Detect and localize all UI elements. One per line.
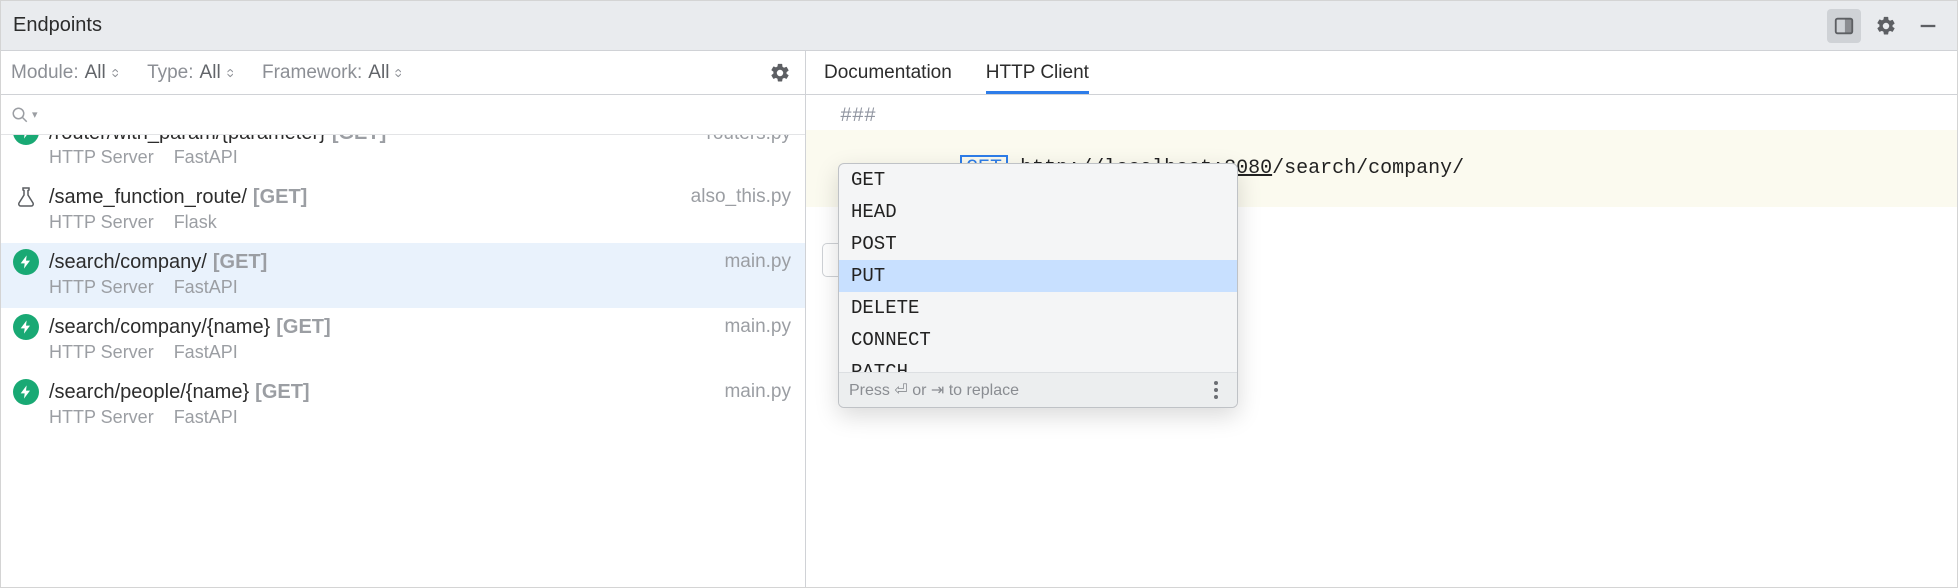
endpoint-row[interactable]: /search/people/{name} [GET] main.py HTTP S… xyxy=(1,373,805,438)
endpoint-framework-label: FastAPI xyxy=(174,342,238,363)
endpoint-server-label: HTTP Server xyxy=(49,407,154,428)
endpoint-method: [GET] xyxy=(213,251,267,274)
autocomplete-item[interactable]: GET xyxy=(839,164,1237,196)
filter-module[interactable]: Module: All ‹› xyxy=(11,62,121,84)
chevron-down-icon: ▾ xyxy=(32,108,38,121)
endpoint-server-label: HTTP Server xyxy=(49,342,154,363)
http-editor[interactable]: ### GET http://localhost:8080/search/com… xyxy=(806,95,1957,587)
autocomplete-item[interactable]: PUT xyxy=(839,260,1237,292)
chevron-updown-icon: ‹› xyxy=(223,68,239,77)
filter-gear-icon[interactable] xyxy=(765,58,795,88)
endpoint-file: routers.py xyxy=(707,135,793,145)
filter-framework[interactable]: Framework: All ‹› xyxy=(262,62,405,84)
endpoint-server-label: HTTP Server xyxy=(49,147,154,168)
endpoint-file: main.py xyxy=(724,316,793,338)
autocomplete-popup: GETHEADPOSTPUTDELETECONNECTPATCH Press ⏎… xyxy=(838,163,1238,408)
endpoint-path: /router/with_param/{parameter} xyxy=(49,135,326,145)
toggle-side-panel-icon[interactable] xyxy=(1827,9,1861,43)
flask-icon xyxy=(13,184,39,210)
endpoint-row[interactable]: /search/company/ [GET] main.py HTTP Server… xyxy=(1,243,805,308)
autocomplete-item[interactable]: POST xyxy=(839,228,1237,260)
autocomplete-item[interactable]: PATCH xyxy=(839,356,1237,372)
chevron-updown-icon: ‹› xyxy=(392,68,408,77)
endpoint-path: /same_function_route/ xyxy=(49,186,247,209)
endpoint-framework-label: Flask xyxy=(174,212,217,233)
endpoint-method: [GET] xyxy=(276,316,330,339)
endpoint-server-label: HTTP Server xyxy=(49,212,154,233)
tab-http-client[interactable]: HTTP Client xyxy=(986,51,1089,94)
endpoint-path: /search/people/{name} xyxy=(49,381,249,404)
endpoint-framework-label: FastAPI xyxy=(174,277,238,298)
search-input[interactable]: ▾ xyxy=(1,95,805,135)
endpoint-row[interactable]: /same_function_route/ [GET] also_this.py H… xyxy=(1,178,805,243)
autocomplete-item[interactable]: HEAD xyxy=(839,196,1237,228)
search-icon xyxy=(11,106,29,124)
endpoint-framework-label: FastAPI xyxy=(174,147,238,168)
fastapi-icon xyxy=(13,314,39,340)
fastapi-icon xyxy=(13,135,39,145)
endpoint-row[interactable]: /router/with_param/{parameter} [GET] rout… xyxy=(1,135,805,178)
endpoint-method: [GET] xyxy=(255,381,309,404)
endpoint-file: main.py xyxy=(724,251,793,273)
chevron-updown-icon: ‹› xyxy=(108,68,124,77)
more-icon[interactable] xyxy=(1205,379,1227,401)
gear-icon[interactable] xyxy=(1869,9,1903,43)
endpoint-method: [GET] xyxy=(332,135,386,145)
fastapi-icon xyxy=(13,249,39,275)
filter-type[interactable]: Type: All ‹› xyxy=(147,62,236,84)
fastapi-icon xyxy=(13,379,39,405)
endpoint-method: [GET] xyxy=(253,186,307,209)
autocomplete-item[interactable]: DELETE xyxy=(839,292,1237,324)
endpoint-server-label: HTTP Server xyxy=(49,277,154,298)
tab-documentation[interactable]: Documentation xyxy=(824,51,952,94)
endpoint-path: /search/company/ xyxy=(49,251,207,274)
request-url-path[interactable]: /search/company/ xyxy=(1272,157,1464,180)
endpoint-row[interactable]: /search/company/{name} [GET] main.py HTTP … xyxy=(1,308,805,373)
panel-title: Endpoints xyxy=(13,14,102,37)
endpoint-framework-label: FastAPI xyxy=(174,407,238,428)
endpoint-file: main.py xyxy=(724,381,793,403)
request-separator: ### xyxy=(840,105,876,128)
endpoint-file: also_this.py xyxy=(691,186,793,208)
autocomplete-hint: Press ⏎ or ⇥ to replace xyxy=(849,380,1019,400)
minimize-icon[interactable] xyxy=(1911,9,1945,43)
endpoint-path: /search/company/{name} xyxy=(49,316,270,339)
autocomplete-item[interactable]: CONNECT xyxy=(839,324,1237,356)
